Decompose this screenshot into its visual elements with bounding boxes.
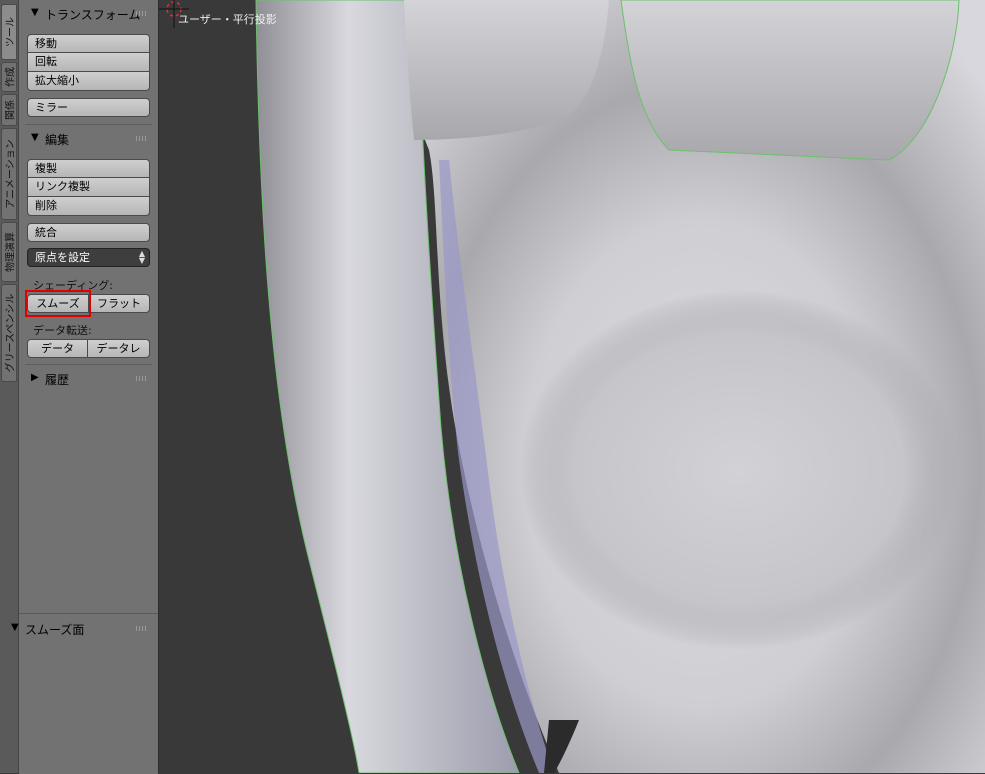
tab-tools[interactable]: ツール (1, 4, 17, 60)
collapse-triangle-icon: ▼ (31, 132, 39, 143)
collapse-triangle-icon: ▼ (31, 7, 39, 18)
tab-grease-pencil-label: グリースペンシル (5, 293, 17, 373)
rotate-button[interactable]: 回転 (27, 53, 150, 72)
tab-physics[interactable]: 物理演算 (1, 222, 17, 282)
edit-panel-header[interactable]: ▼ 編集 (19, 128, 158, 148)
tab-tools-label: ツール (5, 17, 17, 47)
tab-grease-pencil[interactable]: グリースペンシル (1, 284, 17, 382)
operator-panel-title: スムーズ面 (25, 623, 85, 637)
tab-create[interactable]: 作成 (1, 62, 17, 92)
drag-grip-icon[interactable] (136, 136, 148, 141)
tab-relations[interactable]: 関係 (1, 94, 17, 126)
duplicate-linked-button[interactable]: リンク複製 (27, 178, 150, 197)
collapse-triangle-icon: ▼ (11, 622, 19, 633)
highlight-box (25, 290, 91, 317)
tab-create-label: 作成 (5, 67, 17, 87)
data-transfer-label: データ転送: (33, 324, 92, 337)
drag-grip-icon[interactable] (136, 376, 148, 381)
history-panel-title: 履歴 (45, 373, 70, 387)
delete-button[interactable]: 削除 (27, 197, 150, 216)
duplicate-button[interactable]: 複製 (27, 159, 150, 178)
mirror-button[interactable]: ミラー (27, 98, 150, 117)
move-button[interactable]: 移動 (27, 34, 150, 53)
transform-panel-title: トランスフォーム (45, 8, 141, 22)
history-panel-header[interactable]: ▶ 履歴 (19, 368, 158, 388)
3d-cursor-icon (159, 0, 189, 28)
drag-grip-icon[interactable] (136, 626, 148, 631)
tool-shelf-tabs: ツール 作成 関係 アニメーション 物理演算 グリースペンシル (0, 0, 19, 773)
updown-arrows-icon: ▲ ▼ (138, 249, 145, 265)
tab-animation[interactable]: アニメーション (1, 128, 17, 220)
transform-panel-header[interactable]: ▼ トランスフォーム (19, 3, 158, 23)
data-layout-button[interactable]: データレ (88, 339, 150, 358)
data-transfer-button[interactable]: データ (27, 339, 88, 358)
3d-viewport[interactable]: ユーザー・平行投影 (159, 0, 985, 773)
join-button[interactable]: 統合 (27, 223, 150, 242)
tool-shelf: ▼ トランスフォーム 移動 回転 拡大縮小 ミラー ▼ 編集 複製 リンク複製 … (11, 0, 159, 774)
tab-animation-label: アニメーション (5, 139, 17, 209)
tab-physics-label: 物理演算 (5, 232, 17, 272)
shade-flat-button[interactable]: フラット (89, 294, 150, 313)
viewport-view-label: ユーザー・平行投影 (178, 13, 277, 26)
operator-panel-header[interactable]: ▼ スムーズ面 (11, 618, 158, 638)
set-origin-dropdown[interactable]: 原点を設定 ▲ ▼ (27, 248, 150, 267)
tab-relations-label: 関係 (5, 100, 17, 120)
set-origin-label: 原点を設定 (35, 251, 90, 264)
scale-button[interactable]: 拡大縮小 (27, 72, 150, 91)
panel-separator (25, 364, 152, 365)
panel-separator (25, 124, 152, 125)
viewport-mesh (255, 0, 985, 773)
edit-panel-title: 編集 (45, 133, 70, 147)
drag-grip-icon[interactable] (136, 11, 148, 16)
expand-triangle-icon: ▶ (31, 372, 39, 383)
operator-panel: ▼ スムーズ面 (11, 613, 158, 774)
